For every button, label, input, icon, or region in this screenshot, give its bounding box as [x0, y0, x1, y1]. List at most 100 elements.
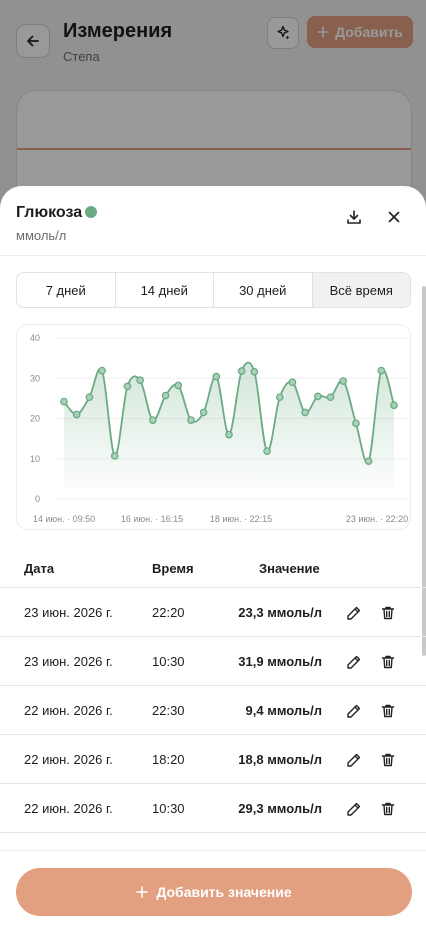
data-point[interactable] [263, 447, 271, 455]
data-point[interactable] [352, 419, 360, 428]
row-time: 10:30 [152, 801, 185, 816]
data-point[interactable] [326, 393, 335, 402]
pencil-icon [347, 655, 361, 669]
data-point[interactable] [148, 416, 157, 424]
glucose-detail-sheet: Глюкоза ммоль/л 7 дней 14 дней 30 дней В… [0, 186, 426, 927]
row-value: 29,3 ммоль/л [238, 801, 322, 816]
tab-all-time[interactable]: Всё время [312, 273, 410, 307]
data-point[interactable] [250, 367, 259, 376]
data-point[interactable] [187, 416, 195, 424]
edit-button[interactable] [343, 749, 365, 771]
data-point[interactable] [390, 401, 398, 410]
data-point[interactable] [60, 397, 68, 406]
tab-14-days[interactable]: 14 дней [116, 273, 214, 307]
row-time: 18:20 [152, 752, 185, 767]
row-value: 23,3 ммоль/л [238, 605, 322, 620]
data-point[interactable] [237, 367, 246, 375]
delete-button[interactable] [377, 602, 399, 624]
data-point[interactable] [377, 366, 386, 375]
data-point[interactable] [123, 382, 132, 391]
data-point[interactable] [339, 377, 348, 385]
table-header: Дата Время Значение [0, 548, 426, 588]
y-tick-label: 40 [30, 333, 40, 343]
table-row: 23 июн. 2026 г. 10:30 31,9 ммоль/л [0, 637, 426, 686]
data-point[interactable] [85, 393, 94, 402]
pencil-icon [347, 606, 361, 620]
delete-button[interactable] [377, 651, 399, 673]
data-point[interactable] [313, 392, 322, 401]
data-point[interactable] [301, 408, 310, 417]
range-tabs: 7 дней 14 дней 30 дней Всё время [16, 272, 411, 308]
data-point[interactable] [199, 408, 208, 417]
y-tick-label: 20 [30, 414, 40, 424]
close-button[interactable] [380, 203, 408, 231]
x-tick-label: 18 июн. · 22:15 [210, 514, 272, 524]
edit-button[interactable] [343, 798, 365, 820]
delete-button[interactable] [377, 798, 399, 820]
x-tick-label: 23 июн. · 22:20 [346, 514, 408, 524]
table-row: 22 июн. 2026 г. 22:30 9,4 ммоль/л [0, 686, 426, 735]
data-point[interactable] [174, 381, 183, 390]
row-date: 22 июн. 2026 г. [24, 801, 113, 816]
data-point[interactable] [225, 430, 233, 439]
row-time: 22:20 [152, 605, 185, 620]
edit-button[interactable] [343, 602, 365, 624]
pencil-icon [347, 753, 361, 767]
plus-icon [136, 886, 149, 898]
row-value: 31,9 ммоль/л [238, 654, 322, 669]
status-dot [85, 206, 97, 218]
tab-30-days[interactable]: 30 дней [214, 273, 313, 307]
table-row: 23 июн. 2026 г. 22:20 23,3 ммоль/л [0, 588, 426, 637]
row-value: 9,4 ммоль/л [245, 703, 322, 718]
table-row: 22 июн. 2026 г. 10:30 29,3 ммоль/л [0, 784, 426, 833]
trash-icon [381, 704, 395, 718]
delete-button[interactable] [377, 749, 399, 771]
chart-svg: 40 30 20 10 0 14 июн. · 09:50 16 июн. · 16:15… [30, 333, 408, 524]
y-tick-label: 10 [30, 454, 40, 464]
tab-7-days[interactable]: 7 дней [17, 273, 116, 307]
data-point[interactable] [110, 452, 119, 460]
sheet-unit: ммоль/л [16, 228, 67, 243]
row-time: 22:30 [152, 703, 185, 718]
close-icon [388, 211, 400, 223]
sheet-title: Глюкоза [16, 204, 83, 221]
delete-button[interactable] [377, 700, 399, 722]
download-button[interactable] [340, 203, 368, 231]
row-date: 23 июн. 2026 г. [24, 605, 113, 620]
trash-icon [381, 606, 395, 620]
measurements-table: 23 июн. 2026 г. 22:20 23,3 ммоль/л 23 ию… [0, 588, 426, 833]
add-value-label: Добавить значение [156, 884, 292, 900]
column-time: Время [152, 561, 194, 576]
data-point[interactable] [288, 378, 297, 387]
x-tick-label: 14 июн. · 09:50 [33, 514, 95, 524]
header-divider [0, 255, 426, 256]
trash-icon [381, 655, 395, 669]
trash-icon [381, 753, 395, 767]
y-tick-label: 0 [35, 494, 40, 504]
column-value: Значение [259, 561, 320, 576]
edit-button[interactable] [343, 651, 365, 673]
y-tick-label: 30 [30, 373, 40, 383]
data-point[interactable] [72, 410, 81, 419]
download-icon [347, 210, 361, 224]
row-date: 22 июн. 2026 г. [24, 752, 113, 767]
data-point[interactable] [364, 457, 373, 466]
glucose-chart: 40 30 20 10 0 14 июн. · 09:50 16 июн. · 16:15… [16, 324, 411, 530]
column-date: Дата [24, 561, 55, 576]
row-value: 18,8 ммоль/л [238, 752, 322, 767]
row-date: 22 июн. 2026 г. [24, 703, 113, 718]
edit-button[interactable] [343, 700, 365, 722]
pencil-icon [347, 802, 361, 816]
table-row: 22 июн. 2026 г. 18:20 18,8 ммоль/л [0, 735, 426, 784]
sheet-footer: Добавить значение [0, 850, 426, 927]
row-time: 10:30 [152, 654, 185, 669]
pencil-icon [347, 704, 361, 718]
data-point[interactable] [161, 391, 170, 400]
data-point[interactable] [212, 372, 221, 381]
trash-icon [381, 802, 395, 816]
add-value-button[interactable]: Добавить значение [16, 868, 412, 916]
row-date: 23 июн. 2026 г. [24, 654, 113, 669]
data-point[interactable] [136, 376, 145, 385]
data-point[interactable] [275, 393, 284, 402]
data-point[interactable] [98, 366, 106, 375]
